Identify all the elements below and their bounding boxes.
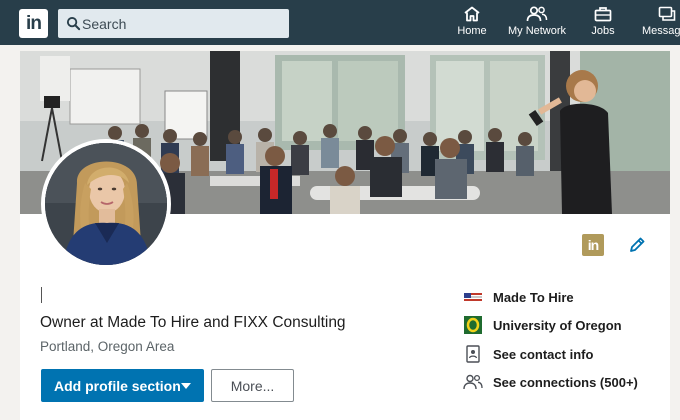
nav-home-label: Home bbox=[457, 25, 487, 37]
text-cursor bbox=[41, 287, 42, 303]
sidebar-item-connections[interactable]: See connections (500+) bbox=[463, 372, 638, 392]
sidebar-item-contact-info[interactable]: See contact info bbox=[463, 344, 593, 364]
home-icon bbox=[464, 6, 480, 22]
caret-down-icon bbox=[181, 383, 191, 389]
network-icon bbox=[526, 6, 548, 22]
profile-location: Portland, Oregon Area bbox=[40, 339, 175, 354]
people-icon bbox=[463, 372, 483, 392]
nav-messaging[interactable]: Messag bbox=[642, 6, 680, 42]
nav-messaging-label: Messag bbox=[642, 25, 680, 37]
company-logo-icon bbox=[463, 287, 483, 307]
messaging-icon bbox=[658, 6, 676, 21]
linkedin-badge-icon[interactable]: in bbox=[582, 234, 604, 256]
company-label: Made To Hire bbox=[493, 289, 574, 305]
search-box[interactable] bbox=[58, 9, 289, 38]
search-input[interactable] bbox=[82, 9, 282, 38]
nav-my-network[interactable]: My Network bbox=[507, 6, 567, 42]
nav-my-network-label: My Network bbox=[507, 25, 567, 37]
sidebar-item-company[interactable]: Made To Hire bbox=[463, 287, 574, 307]
briefcase-icon bbox=[594, 7, 612, 22]
profile-headline: Owner at Made To Hire and FIXX Consultin… bbox=[40, 314, 346, 331]
more-button[interactable]: More... bbox=[211, 369, 294, 402]
top-nav: in Home My Network Jobs bbox=[0, 0, 680, 45]
add-profile-section-label: Add profile section bbox=[54, 377, 181, 394]
profile-card: in Owner at Made To Hire and FIXX Consul… bbox=[20, 51, 670, 420]
pencil-icon[interactable] bbox=[627, 235, 647, 255]
nav-jobs[interactable]: Jobs bbox=[589, 6, 617, 42]
school-label: University of Oregon bbox=[493, 317, 622, 333]
contact-card-icon bbox=[463, 344, 483, 364]
avatar[interactable] bbox=[41, 139, 171, 269]
connections-label: See connections (500+) bbox=[493, 374, 638, 390]
sidebar-item-school[interactable]: University of Oregon bbox=[463, 315, 622, 335]
search-icon bbox=[66, 16, 81, 31]
add-profile-section-button[interactable]: Add profile section bbox=[41, 369, 204, 402]
nav-jobs-label: Jobs bbox=[591, 25, 615, 37]
school-logo-icon bbox=[463, 315, 483, 335]
linkedin-logo[interactable]: in bbox=[19, 9, 48, 38]
contact-info-label: See contact info bbox=[493, 346, 594, 362]
nav-home[interactable]: Home bbox=[456, 6, 488, 42]
